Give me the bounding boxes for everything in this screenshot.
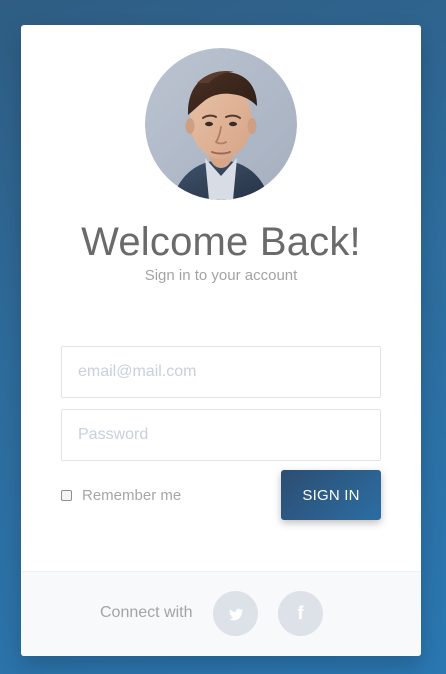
login-card: Welcome Back! Sign in to your account Re… xyxy=(21,25,421,656)
page-title: Welcome Back! xyxy=(81,220,361,264)
twitter-icon xyxy=(228,606,244,622)
password-field[interactable] xyxy=(61,409,381,461)
social-login-footer: Connect with f xyxy=(21,571,421,656)
twitter-login-button[interactable] xyxy=(213,591,258,636)
remember-me-label: Remember me xyxy=(82,486,182,504)
profile-avatar-image xyxy=(145,48,297,200)
facebook-login-button[interactable]: f xyxy=(278,591,323,636)
sign-in-button[interactable]: SIGN IN xyxy=(281,470,381,520)
remember-me-option[interactable]: Remember me xyxy=(61,486,181,504)
remember-me-checkbox[interactable] xyxy=(61,489,72,501)
avatar xyxy=(145,48,297,200)
connect-with-label: Connect with xyxy=(100,604,193,621)
email-field[interactable] xyxy=(61,346,381,398)
page-subtitle: Sign in to your account xyxy=(144,267,298,284)
facebook-icon: f xyxy=(297,602,304,623)
